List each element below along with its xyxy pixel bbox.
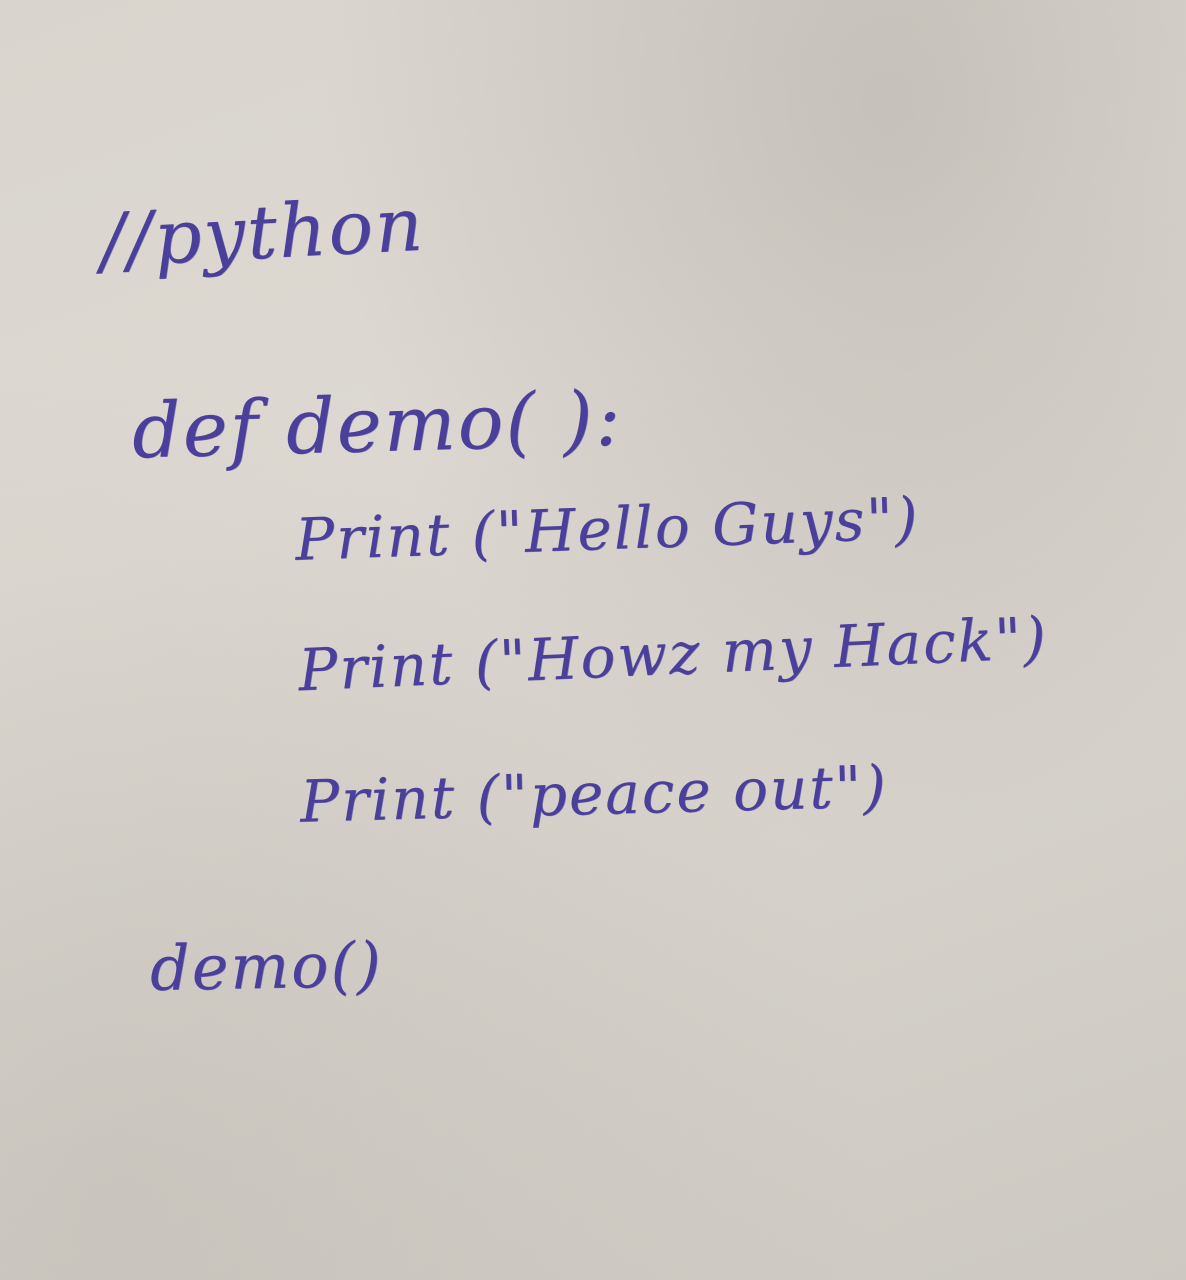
- print-line-3: Print ("peace out"): [299, 752, 889, 836]
- print-line-1: Print ("Hello Guys"): [294, 484, 921, 574]
- paper-sheet: //python def demo( ): Print ("Hello Guys…: [0, 0, 1186, 1280]
- function-definition-line: def demo( ):: [130, 373, 624, 476]
- comment-line: //python: [97, 181, 427, 285]
- function-call-line: demo(): [149, 927, 384, 1006]
- print-line-2: Print ("Howz my Hack"): [296, 603, 1050, 705]
